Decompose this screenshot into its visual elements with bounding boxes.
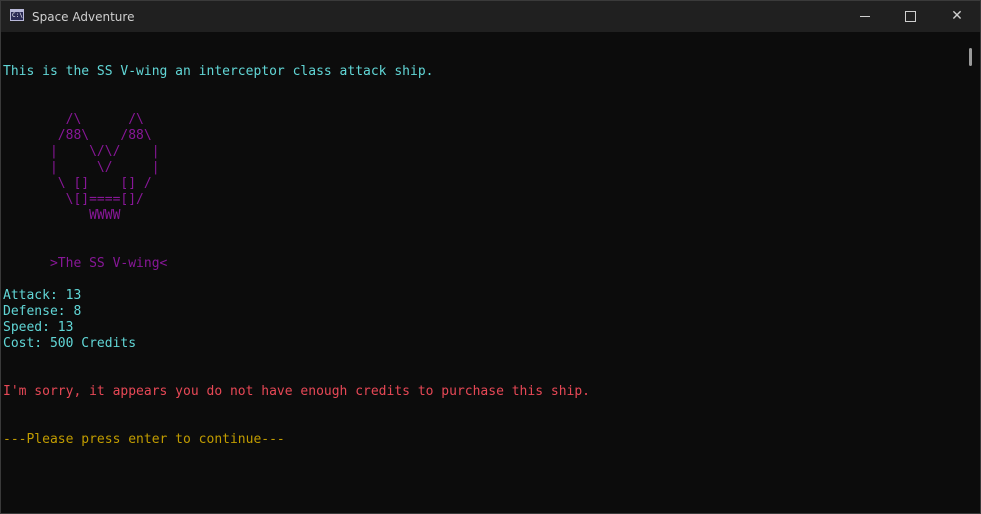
ship-art-line-4: | \/ | bbox=[3, 160, 160, 175]
continue-prompt: ---Please press enter to continue--- bbox=[3, 432, 285, 447]
console-output[interactable]: This is the SS V-wing an interceptor cla… bbox=[1, 33, 963, 513]
scrollbar-thumb[interactable] bbox=[969, 48, 972, 66]
close-icon: ✕ bbox=[951, 8, 963, 24]
error-message: I'm sorry, it appears you do not have en… bbox=[3, 384, 590, 399]
ship-art-line-2: /88\ /88\ bbox=[3, 128, 152, 143]
minimize-icon bbox=[860, 16, 870, 17]
maximize-icon bbox=[905, 11, 916, 22]
ship-art-line-1: /\ /\ bbox=[3, 112, 144, 127]
attack-stat: Attack: 13 bbox=[3, 288, 82, 303]
ship-art-line-5: \ [] [] / bbox=[3, 176, 152, 191]
ship-art-line-7: WWWW bbox=[3, 208, 121, 223]
ship-art-line-6: \[]====[]/ bbox=[3, 192, 144, 207]
intro-text: This is the SS V-wing an interceptor cla… bbox=[3, 64, 434, 79]
speed-stat: Speed: 13 bbox=[3, 320, 74, 335]
cost-stat: Cost: 500 Credits bbox=[3, 336, 137, 351]
ship-art-line-3: | \/\/ | bbox=[3, 144, 160, 159]
close-button[interactable]: ✕ bbox=[934, 1, 980, 32]
maximize-button[interactable] bbox=[888, 1, 934, 32]
ship-name: >The SS V-wing< bbox=[3, 256, 168, 271]
console-window: C:\ Space Adventure ✕ This is the SS V-w… bbox=[0, 0, 981, 514]
console-app-icon: C:\ bbox=[10, 9, 24, 21]
minimize-button[interactable] bbox=[842, 1, 888, 32]
defense-stat: Defense: 8 bbox=[3, 304, 82, 319]
title-bar[interactable]: C:\ Space Adventure ✕ bbox=[1, 1, 980, 32]
window-title: Space Adventure bbox=[32, 10, 135, 24]
vertical-scrollbar[interactable] bbox=[963, 33, 980, 513]
